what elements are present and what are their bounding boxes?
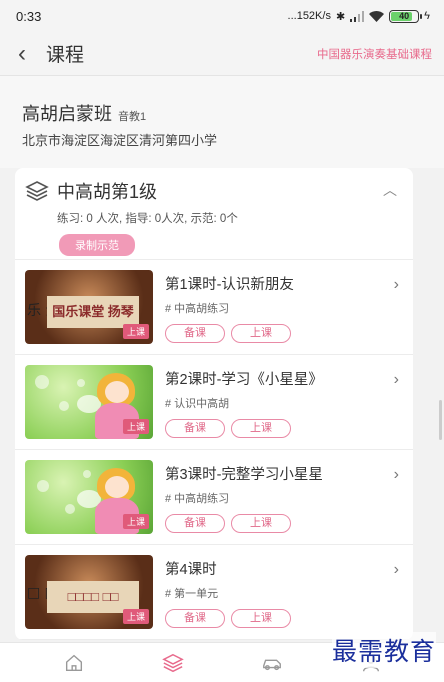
scrollbar[interactable] xyxy=(439,400,442,440)
lesson-badge: 上课 xyxy=(122,514,149,529)
lesson-item[interactable]: 上课 第2课时-学习《小星星》 # 认识中高胡 备课 上课 › xyxy=(15,355,413,450)
watermark: 最需教育 xyxy=(331,632,436,668)
start-class-button[interactable]: 上课 xyxy=(231,324,291,343)
start-class-button[interactable]: 上课 xyxy=(231,514,291,533)
record-demo-button[interactable]: 录制示范 xyxy=(59,234,135,256)
lesson-tag: # 中高胡练习 xyxy=(165,303,230,315)
status-indicators: ...152K/s ✱ 40 ϟ xyxy=(287,9,430,23)
lesson-tag: # 认识中高胡 xyxy=(165,398,230,410)
wifi-icon xyxy=(369,10,385,22)
charging-icon: ϟ xyxy=(424,10,430,22)
prepare-button[interactable]: 备课 xyxy=(165,324,225,343)
lesson-badge: 上课 xyxy=(122,324,149,339)
battery-icon: 40 xyxy=(389,9,423,23)
lesson-thumbnail: □ □ □□□□ □□ 上课 xyxy=(25,555,153,629)
level-stats: 练习: 0 人次, 指导: 0人次, 示范: 0个 xyxy=(57,213,238,225)
chevron-right-icon[interactable]: › xyxy=(394,276,399,294)
lesson-thumbnail: 乐 海 国乐课堂 扬琴 上课 xyxy=(25,270,153,344)
lesson-thumbnail: 上课 xyxy=(25,365,153,439)
status-time: 0:33 xyxy=(16,8,42,24)
prepare-button[interactable]: 备课 xyxy=(165,419,225,438)
level-header[interactable]: 中高胡第1级 ︿ 练习: 0 人次, 指导: 0人次, 示范: 0个 录制示范 xyxy=(15,168,413,260)
lesson-tag: # 中高胡练习 xyxy=(165,493,230,505)
status-bar: 0:33 ...152K/s ✱ 40 ϟ xyxy=(0,0,444,32)
lesson-item[interactable]: □ □ □□□□ □□ 上课 第4课时 # 第一单元 备课 上课 › xyxy=(15,545,413,640)
level-title: 中高胡第1级 xyxy=(57,182,158,202)
layers-icon xyxy=(25,181,49,201)
car-icon[interactable] xyxy=(261,652,283,674)
lesson-item[interactable]: 上课 第3课时-完整学习小星星 # 中高胡练习 备课 上课 › xyxy=(15,450,413,545)
course-category-link[interactable]: 中国器乐演奏基础课程 xyxy=(317,46,432,62)
start-class-button[interactable]: 上课 xyxy=(231,419,291,438)
signal-icon xyxy=(350,10,365,22)
home-icon[interactable] xyxy=(63,652,85,674)
bluetooth-icon: ✱ xyxy=(335,10,346,23)
lesson-tag: # 第一单元 xyxy=(165,588,219,600)
lesson-item[interactable]: 乐 海 国乐课堂 扬琴 上课 第1课时-认识新朋友 # 中高胡练习 备课 上课 … xyxy=(15,260,413,355)
lesson-title: 第3课时-完整学习小星星 xyxy=(165,467,323,483)
chevron-right-icon[interactable]: › xyxy=(394,561,399,579)
nav-bar: ‹ 课程 中国器乐演奏基础课程 xyxy=(0,32,444,76)
lesson-title: 第1课时-认识新朋友 xyxy=(165,277,294,293)
network-speed: ...152K/s xyxy=(287,10,331,22)
start-class-button[interactable]: 上课 xyxy=(231,609,291,628)
course-panel: 中高胡第1级 ︿ 练习: 0 人次, 指导: 0人次, 示范: 0个 录制示范 … xyxy=(15,168,413,640)
collapse-chevron-icon[interactable]: ︿ xyxy=(383,180,397,200)
class-name: 高胡启蒙班 xyxy=(22,104,112,124)
lesson-badge: 上课 xyxy=(122,419,149,434)
lesson-title: 第4课时 xyxy=(165,562,217,578)
chevron-right-icon[interactable]: › xyxy=(394,371,399,389)
lesson-badge: 上课 xyxy=(122,609,149,624)
class-school: 北京市海淀区海淀区清河第四小学 xyxy=(22,133,218,148)
prepare-button[interactable]: 备课 xyxy=(165,514,225,533)
chevron-right-icon[interactable]: › xyxy=(394,466,399,484)
class-info: 高胡启蒙班 音教1 北京市海淀区海淀区清河第四小学 xyxy=(0,76,444,168)
lesson-thumbnail: 上课 xyxy=(25,460,153,534)
back-icon[interactable]: ‹ xyxy=(18,41,38,66)
layers-icon[interactable] xyxy=(161,652,184,674)
page-title: 课程 xyxy=(46,45,85,66)
prepare-button[interactable]: 备课 xyxy=(165,609,225,628)
lesson-title: 第2课时-学习《小星星》 xyxy=(165,372,323,388)
class-teacher: 音教1 xyxy=(118,111,147,123)
